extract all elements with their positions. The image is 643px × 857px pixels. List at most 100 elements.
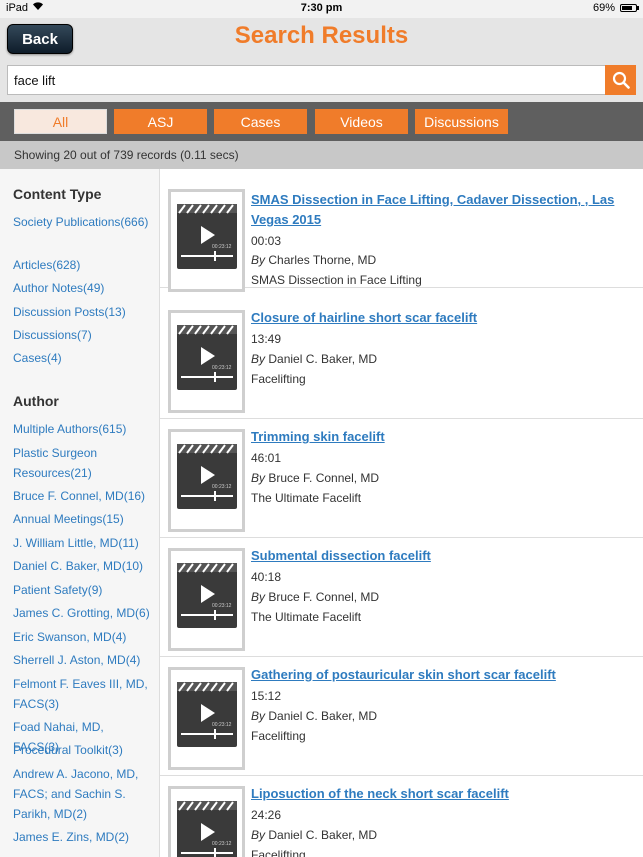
facet-author[interactable]: Bruce F. Connel, MD(16)	[13, 486, 153, 506]
navigation-bar: Back Search Results	[0, 18, 643, 58]
result-title-link[interactable]: Liposuction of the neck short scar facel…	[251, 784, 636, 804]
result-title-link[interactable]: Closure of hairline short scar facelift	[251, 308, 636, 328]
tab-all[interactable]: All	[14, 109, 107, 134]
by-label: By	[251, 590, 266, 604]
video-thumbnail[interactable]: 00:23:12	[168, 548, 245, 651]
result-description: The Ultimate Facelift	[251, 610, 362, 624]
facet-author[interactable]: Sherrell J. Aston, MD(4)	[13, 650, 153, 670]
author-name: Daniel C. Baker, MD	[268, 828, 378, 842]
facet-author[interactable]: Procedural Toolkit(3)	[13, 740, 153, 760]
by-label: By	[251, 471, 266, 485]
result-author: By Bruce F. Connel, MD	[251, 587, 379, 607]
results-summary: Showing 20 out of 739 records (0.11 secs…	[0, 141, 643, 169]
video-thumbnail[interactable]: 00:23:12	[168, 786, 245, 857]
result-description: Facelifting	[251, 372, 306, 386]
facet-author[interactable]: Eric Swanson, MD(4)	[13, 627, 153, 647]
facet-author[interactable]: J. William Little, MD(11)	[13, 533, 153, 553]
facet-content-type[interactable]: Author Notes(49)	[13, 278, 153, 298]
result-item[interactable]: 00:23:12 SMAS Dissection in Face Lifting…	[160, 169, 643, 292]
result-duration: 40:18	[251, 570, 282, 584]
video-thumbnail[interactable]: 00:23:12	[168, 189, 245, 292]
result-title-link[interactable]: SMAS Dissection in Face Lifting, Cadaver…	[251, 190, 636, 230]
video-play-icon: 00:23:12	[177, 204, 237, 269]
thumb-timestamp: 00:23:12	[212, 603, 232, 609]
search-icon	[612, 71, 630, 89]
clock: 7:30 pm	[300, 2, 343, 14]
facet-author[interactable]: Multiple Authors(615)	[13, 419, 153, 439]
search-button[interactable]	[605, 65, 636, 95]
video-thumbnail[interactable]: 00:23:12	[168, 667, 245, 770]
search-bar	[0, 58, 643, 102]
video-play-icon: 00:23:12	[177, 325, 237, 390]
facet-author[interactable]: Daniel C. Baker, MD(10)	[13, 556, 153, 576]
tab-discussions[interactable]: Discussions	[415, 109, 508, 134]
by-label: By	[251, 253, 266, 267]
page-title: Search Results	[234, 22, 409, 49]
facet-sidebar: Content Type Society Publications(666) A…	[0, 169, 160, 857]
author-name: Bruce F. Connel, MD	[268, 590, 380, 604]
facet-content-type[interactable]: Cases(4)	[13, 348, 153, 368]
author-name: Bruce F. Connel, MD	[268, 471, 380, 485]
status-bar: iPad 7:30 pm 69%	[0, 0, 643, 18]
thumb-timestamp: 00:23:12	[212, 244, 232, 250]
facet-author[interactable]: Felmont F. Eaves III, MD, FACS(3)	[13, 674, 148, 714]
facet-author[interactable]: Annual Meetings(15)	[13, 509, 153, 529]
battery-percentage: 69%	[592, 2, 615, 14]
facet-author[interactable]: Patient Safety(9)	[13, 580, 153, 600]
result-duration: 24:26	[251, 808, 282, 822]
video-thumbnail[interactable]: 00:23:12	[168, 429, 245, 532]
video-play-icon: 00:23:12	[177, 444, 237, 509]
author-name: Daniel C. Baker, MD	[268, 352, 378, 366]
result-description: SMAS Dissection in Face Lifting	[251, 273, 422, 287]
result-duration: 13:49	[251, 332, 282, 346]
facet-content-type[interactable]: Society Publications(666)	[13, 212, 153, 232]
result-title-link[interactable]: Trimming skin facelift	[251, 427, 636, 447]
thumb-timestamp: 00:23:12	[212, 484, 232, 490]
thumb-timestamp: 00:23:12	[212, 841, 232, 847]
facet-author[interactable]: Andrew A. Jacono, MD, FACS; and Sachin S…	[13, 764, 143, 824]
video-play-icon: 00:23:12	[177, 563, 237, 628]
tab-videos[interactable]: Videos	[315, 109, 408, 134]
video-thumbnail[interactable]: 00:23:12	[168, 310, 245, 413]
thumb-timestamp: 00:23:12	[212, 365, 232, 371]
result-description: The Ultimate Facelift	[251, 491, 362, 505]
result-title-link[interactable]: Submental dissection facelift	[251, 546, 636, 566]
result-description: Facelifting	[251, 848, 306, 857]
tab-cases[interactable]: Cases	[214, 109, 307, 134]
result-item[interactable]: 00:23:12 Closure of hairline short scar …	[160, 300, 643, 419]
result-item[interactable]: 00:23:12 Gathering of postauricular skin…	[160, 657, 643, 776]
result-author: By Daniel C. Baker, MD	[251, 349, 377, 369]
facet-author[interactable]: James C. Grotting, MD(6)	[13, 603, 153, 623]
facet-content-type[interactable]: Discussion Posts(13)	[13, 302, 153, 322]
result-item[interactable]: 00:23:12 Submental dissection facelift 4…	[160, 538, 643, 657]
result-item[interactable]: 00:23:12 Liposuction of the neck short s…	[160, 776, 643, 857]
result-author: By Charles Thorne, MD	[251, 250, 376, 270]
result-description: Facelifting	[251, 729, 306, 743]
tab-asj[interactable]: ASJ	[114, 109, 207, 134]
search-input[interactable]	[7, 65, 606, 95]
facet-content-type[interactable]: Articles(628)	[13, 255, 153, 275]
by-label: By	[251, 352, 266, 366]
by-label: By	[251, 709, 266, 723]
result-title-link[interactable]: Gathering of postauricular skin short sc…	[251, 665, 636, 685]
result-duration: 46:01	[251, 451, 282, 465]
facet-content-type[interactable]: Discussions(7)	[13, 325, 153, 345]
filter-tabs: All ASJ Cases Videos Discussions	[0, 102, 643, 141]
result-author: By Daniel C. Baker, MD	[251, 706, 377, 726]
author-heading: Author	[13, 393, 59, 409]
result-duration: 15:12	[251, 689, 282, 703]
result-item[interactable]: 00:23:12 Trimming skin facelift 46:01 By…	[160, 419, 643, 538]
result-author: By Bruce F. Connel, MD	[251, 468, 379, 488]
by-label: By	[251, 828, 266, 842]
video-play-icon: 00:23:12	[177, 801, 237, 857]
author-name: Charles Thorne, MD	[268, 253, 377, 267]
facet-author[interactable]: James E. Zins, MD(2)	[13, 827, 153, 847]
video-play-icon: 00:23:12	[177, 682, 237, 747]
facet-author[interactable]: Plastic Surgeon Resources(21)	[13, 443, 123, 483]
thumb-timestamp: 00:23:12	[212, 722, 232, 728]
battery-icon	[620, 4, 639, 12]
author-name: Daniel C. Baker, MD	[268, 709, 378, 723]
content-type-heading: Content Type	[13, 186, 102, 202]
result-duration: 00:03	[251, 234, 282, 248]
results-list: 00:23:12 SMAS Dissection in Face Lifting…	[160, 169, 643, 857]
